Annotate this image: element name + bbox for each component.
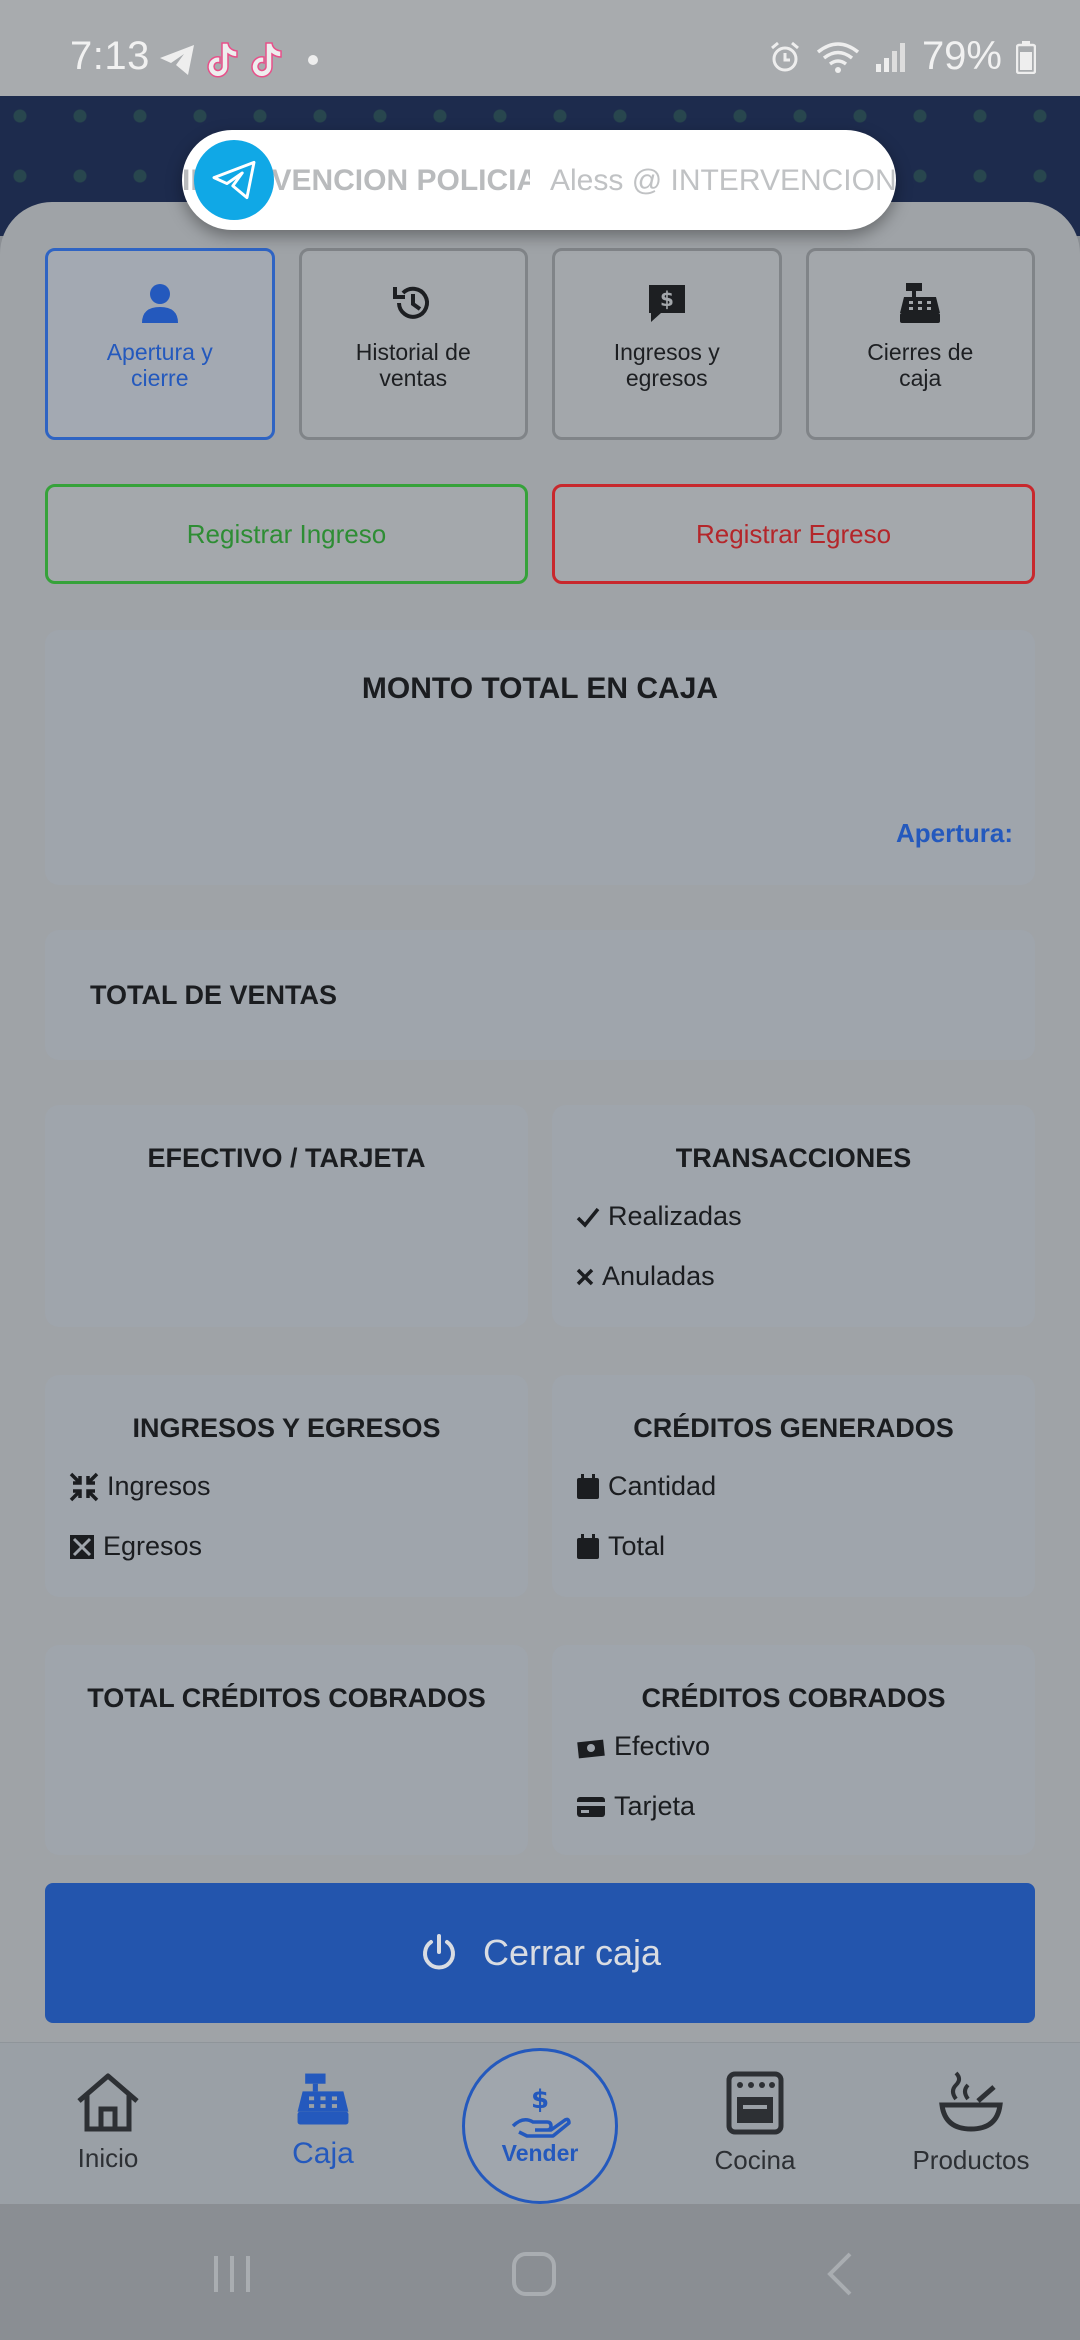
efectivo-tarjeta-title: EFECTIVO / TARJETA [147,1143,426,1173]
telegram-notification[interactable]: INTERVENCION POLICIA... Aless @ INTERVEN… [182,130,896,230]
total-row: Total [576,1531,665,1562]
ingresos-egresos-title: INGRESOS Y EGRESOS [132,1413,441,1443]
cobrados-efectivo-label: Efectivo [614,1731,711,1761]
creditos-generados-title: CRÉDITOS GENERADOS [633,1413,954,1443]
tab-cierres-caja[interactable]: Cierres de caja [805,248,1035,440]
battery-icon [1016,40,1036,74]
more-notifications-dot [308,55,318,65]
svg-text:$: $ [531,2086,549,2115]
cash-register-icon [297,2073,349,2125]
total-creditos-cobrados-title: TOTAL CRÉDITOS COBRADOS [87,1683,486,1713]
nav-productos[interactable]: Productos [891,2071,1051,2176]
ingresos-egresos-card: INGRESOS Y EGRESOS Ingresos Egresos [45,1375,528,1597]
ingresos-label: Ingresos [107,1471,211,1501]
nav-inicio-label: Inicio [77,2143,139,2173]
nav-caja-label: Caja [292,2137,354,2170]
telegram-avatar [194,140,274,220]
nav-productos-label: Productos [912,2145,1030,2175]
cash-register-icon [900,283,941,323]
transacciones-title: TRANSACCIONES [675,1143,912,1173]
check-icon [576,1207,600,1228]
apertura-label: Apertura: [895,818,1013,848]
expand-icon [70,1534,94,1559]
total-creditos-cobrados-card: TOTAL CRÉDITOS COBRADOS [45,1645,528,1855]
tab-historial-ventas[interactable]: Historial de ventas [298,248,528,440]
tiktok-icon [207,42,238,78]
tab-apertura-cierre[interactable]: Apertura y cierre [45,248,275,440]
hand-dollar-icon: $ [511,2086,571,2138]
anuladas-label: Anuladas [602,1261,715,1291]
realizadas-row: Realizadas [576,1201,742,1232]
cobrados-tarjeta-label: Tarjeta [614,1791,696,1821]
ventas-title: TOTAL DE VENTAS [90,980,338,1010]
wifi-icon [816,41,860,73]
home-nav-icon[interactable] [510,2250,558,2298]
notification-subtitle: Aless @ INTERVENCION P [550,164,896,197]
cerrar-caja-button[interactable]: Cerrar caja [45,1883,1035,2023]
back-icon[interactable] [820,2250,860,2298]
vender-button[interactable]: $ Vender [462,2048,618,2204]
creditos-cobrados-card: CRÉDITOS COBRADOS Efectivo Tarjeta [552,1645,1035,1855]
status-bar: 7:13 79% [0,0,1080,96]
calendar-icon [577,1533,599,1559]
nav-cocina-label: Cocina [714,2145,796,2175]
nav-cocina[interactable]: Cocina [675,2071,835,2176]
alarm-icon [770,41,799,71]
user-icon [141,284,178,323]
cobrados-efectivo-row: Efectivo [576,1731,710,1762]
system-navigation-bar [0,2204,1080,2340]
tiktok-icon-2 [251,42,282,78]
creditos-generados-card: CRÉDITOS GENERADOS Cantidad Total [552,1375,1035,1597]
recent-apps-icon[interactable] [210,2252,254,2296]
cobrados-tarjeta-row: Tarjeta [576,1791,695,1822]
cerrar-caja-label: Cerrar caja [482,1932,662,1973]
anuladas-row: Anuladas [576,1261,715,1292]
history-icon [393,286,430,319]
tab-label: Apertura y cierre [106,339,213,392]
bowl-icon [939,2071,1003,2132]
creditos-cobrados-title: CRÉDITOS COBRADOS [641,1683,946,1713]
egresos-row: Egresos [69,1531,202,1562]
caja-tabs: Apertura y cierre Historial de ventas $ … [45,248,1035,440]
credit-card-icon [577,1796,605,1817]
nav-caja[interactable]: Caja [243,2071,403,2171]
x-icon [576,1268,594,1285]
telegram-icon [212,160,256,200]
tab-label: Historial de ventas [355,339,471,392]
dollar-message-icon: $ [648,285,685,322]
monto-title: MONTO TOTAL EN CAJA [361,672,719,705]
stove-icon [726,2071,784,2135]
signal-icon [875,42,905,72]
home-icon [77,2073,139,2132]
calendar-icon [577,1473,599,1499]
tab-label: Cierres de caja [867,339,974,392]
total-ventas-card: TOTAL DE VENTAS [45,930,1035,1060]
monto-total-card: MONTO TOTAL EN CAJA Apertura: [45,630,1035,885]
system-indicators: 79% [768,34,1036,79]
efectivo-tarjeta-card: EFECTIVO / TARJETA [45,1105,528,1327]
registrar-ingreso-button[interactable]: Registrar Ingreso [45,484,528,584]
ingresos-row: Ingresos [69,1471,211,1502]
registrar-egreso-button[interactable]: Registrar Egreso [552,484,1035,584]
vender-label: Vender [501,2139,579,2166]
clock: 7:13 [70,34,150,78]
money-icon [577,1739,605,1758]
cantidad-label: Cantidad [608,1471,717,1501]
power-icon [423,1934,455,1970]
notification-icons [158,40,318,80]
cantidad-row: Cantidad [576,1471,716,1502]
tab-label: Ingresos y egresos [613,339,720,392]
egresos-label: Egresos [103,1531,203,1561]
total-label: Total [608,1531,666,1561]
nav-inicio[interactable]: Inicio [28,2071,188,2174]
svg-text:$: $ [660,287,674,311]
compress-icon [69,1472,99,1501]
battery-percent: 79% [921,34,1002,78]
transacciones-card: TRANSACCIONES Realizadas Anuladas [552,1105,1035,1327]
tab-ingresos-egresos[interactable]: $ Ingresos y egresos [552,248,782,440]
action-buttons: Registrar Ingreso Registrar Egreso [45,484,1035,584]
telegram-icon [160,45,194,75]
realizadas-label: Realizadas [608,1201,742,1231]
